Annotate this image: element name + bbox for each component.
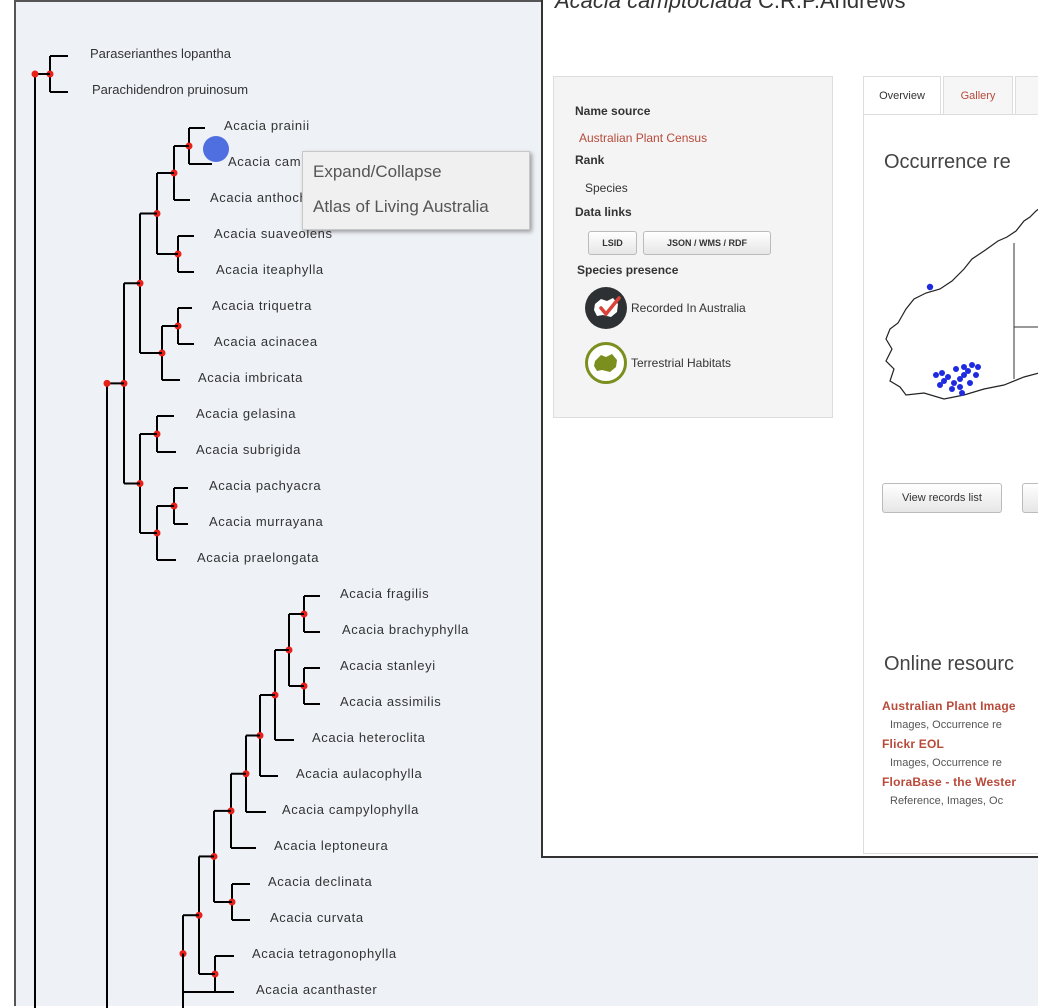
tree-leaf-label[interactable]: Acacia leptoneura [274,838,388,854]
occurrence-cluster [933,362,981,396]
australia-check-icon [585,287,627,329]
species-name: Acacia camptoclada [555,0,752,13]
context-menu-expand-collapse[interactable]: Expand/Collapse [313,162,442,182]
context-menu-atlas-of-living-australia[interactable]: Atlas of Living Australia [313,197,489,217]
name-source-link[interactable]: Australian Plant Census [579,131,707,145]
tree-leaf-label[interactable]: Acacia triquetra [212,298,312,314]
tree-leaf-label[interactable]: Acacia brachyphylla [342,622,469,638]
context-menu: Expand/Collapse Atlas of Living Australi… [302,151,530,230]
tree-leaf-label[interactable]: Acacia campylophylla [282,802,419,818]
rank-label: Rank [575,153,605,167]
resource-link[interactable]: Flickr EOL [882,737,944,751]
resource-desc: Images, Occurrence re [890,719,1002,731]
presence-terrestrial-label: Terrestrial Habitats [631,356,732,370]
tree-leaf-label[interactable]: Acacia pachyacra [209,478,321,494]
tree-leaf-label[interactable]: Acacia praelongata [197,550,319,566]
tree-node[interactable] [31,70,39,78]
tree-leaf-label[interactable]: Acacia fragilis [340,586,429,602]
tree-leaf-label[interactable]: Acacia stanleyi [340,658,436,674]
tab-overview[interactable]: Overview [863,76,941,115]
tree-leaf-label[interactable]: Acacia gelasina [196,406,296,422]
tree-leaf-label[interactable]: Acacia acinacea [214,334,318,350]
view-records-list-button[interactable]: View records list [882,483,1002,513]
presence-terrestrial: Terrestrial Habitats [585,342,731,384]
occurrence-map[interactable] [864,169,1038,429]
data-links-label: Data links [575,205,632,219]
tab-gallery[interactable]: Gallery [943,76,1013,115]
occurrence-point [926,283,934,291]
tree-leaf-label[interactable]: Parachidendron pruinosum [92,82,248,98]
lsid-button[interactable]: LSID [588,231,637,255]
tree-leaf-label[interactable]: Acacia aulacophylla [296,766,422,782]
tree-leaf-label[interactable]: Acacia declinata [268,874,372,890]
species-author: C.R.P.Andrews [758,0,906,13]
tree-leaf-label[interactable]: Acacia tetragonophylla [252,946,397,962]
tree-leaf-label[interactable]: Acacia assimilis [340,694,441,710]
species-popup: Acacia camptoclada C.R.P.Andrews Name so… [541,0,1038,858]
resource-link[interactable]: FloraBase - the Wester [882,775,1016,789]
terrestrial-habitat-icon [585,342,627,384]
resource-link[interactable]: Australian Plant Image [882,699,1016,713]
rank-value: Species [585,181,628,195]
tree-leaf-label[interactable]: Acacia prainii [224,118,310,134]
overview-content: Occurrence re View records list Online r… [863,114,1038,854]
species-info-box: Name source Australian Plant Census Rank… [553,76,833,418]
tree-leaf-label[interactable]: Acacia imbricata [198,370,303,386]
tree-leaf-label[interactable]: Acacia iteaphylla [216,262,324,278]
map-button[interactable] [1022,483,1038,513]
selected-node-marker[interactable] [203,136,229,162]
online-resources-title: Online resourc [884,653,1015,675]
tree-leaf-label[interactable]: Acacia acanthaster [256,982,377,998]
tab-next[interactable] [1015,76,1038,115]
tree-node[interactable] [103,379,111,387]
tree-leaf-label[interactable]: Acacia heteroclita [312,730,425,746]
presence-recorded-label: Recorded In Australia [631,301,746,315]
resource-desc: Images, Occurrence re [890,757,1002,769]
species-presence-label: Species presence [577,263,679,277]
tree-leaf-label[interactable]: Acacia subrigida [196,442,301,458]
json-wms-rdf-button[interactable]: JSON / WMS / RDF [643,231,771,255]
name-source-label: Name source [575,104,651,118]
tree-leaf-label[interactable]: Acacia murrayana [209,514,323,530]
species-title: Acacia camptoclada C.R.P.Andrews [555,0,906,14]
tree-leaf-label[interactable]: Acacia curvata [270,910,364,926]
resource-desc: Reference, Images, Oc [890,795,1004,807]
tree-leaf-label[interactable]: Paraserianthes lopantha [90,46,231,62]
map-wa-coastline [885,208,1038,400]
presence-recorded: Recorded In Australia [585,287,746,329]
